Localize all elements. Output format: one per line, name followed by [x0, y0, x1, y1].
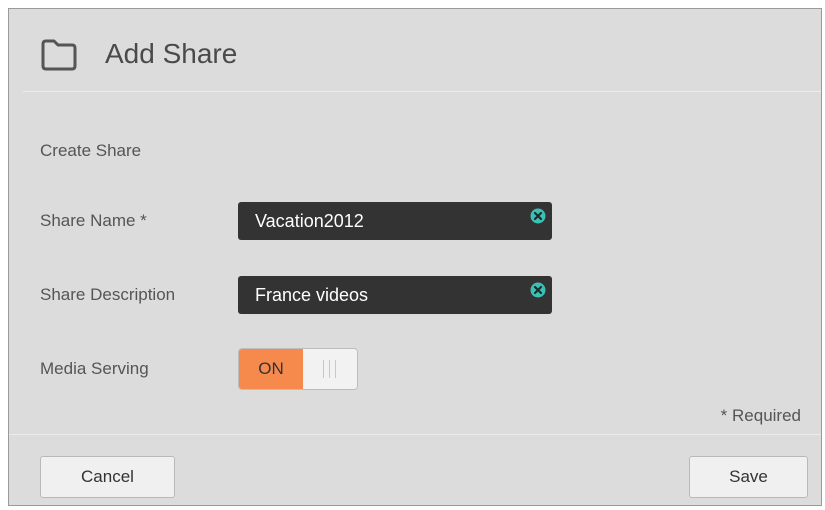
- required-note: * Required: [720, 406, 801, 425]
- cancel-button[interactable]: Cancel: [40, 456, 175, 498]
- toggle-on-label: ON: [239, 349, 303, 389]
- add-share-dialog: Add Share Create Share Share Name * Shar…: [8, 8, 822, 506]
- grip-line: [335, 360, 336, 378]
- dialog-header: Add Share: [9, 9, 821, 92]
- share-description-input[interactable]: [238, 276, 518, 314]
- share-description-label: Share Description: [40, 285, 176, 304]
- section-label: Create Share: [40, 141, 142, 160]
- share-name-field: [238, 202, 552, 240]
- grip-line: [329, 360, 330, 378]
- media-serving-toggle[interactable]: ON: [238, 348, 358, 390]
- save-button[interactable]: Save: [689, 456, 808, 498]
- share-description-field: [238, 276, 552, 314]
- dialog-title: Add Share: [105, 38, 238, 69]
- grip-line: [323, 360, 324, 378]
- header-divider: [23, 91, 821, 92]
- share-name-input[interactable]: [238, 202, 518, 240]
- toggle-knob[interactable]: [303, 349, 357, 389]
- clear-share-name-icon[interactable]: [530, 208, 546, 224]
- share-name-label: Share Name *: [40, 211, 147, 230]
- folder-icon: [41, 39, 77, 71]
- media-serving-label: Media Serving: [40, 359, 149, 378]
- clear-share-description-icon[interactable]: [530, 282, 546, 298]
- footer-divider: [9, 434, 821, 435]
